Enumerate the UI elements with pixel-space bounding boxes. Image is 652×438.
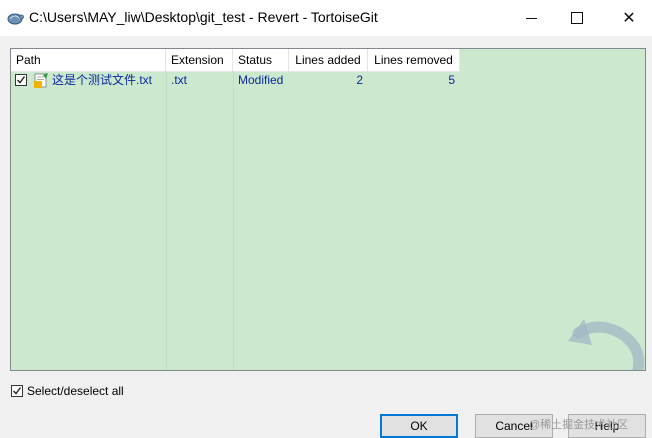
file-list[interactable]: Path Extension Status Lines added Lines … xyxy=(10,48,646,371)
select-all-label: Select/deselect all xyxy=(27,384,124,398)
minimize-icon xyxy=(525,17,537,19)
row-lines-added: 2 xyxy=(356,73,363,87)
title-bar: C:\Users\MAY_liw\Desktop\git_test - Reve… xyxy=(0,0,652,36)
row-status: Modified xyxy=(238,73,284,87)
maximize-button[interactable] xyxy=(554,0,600,36)
table-row[interactable]: 这是个测试文件.txt .txt Modified 2 5 xyxy=(11,71,460,89)
revert-arrow-watermark-icon xyxy=(568,319,645,370)
corner-watermark-text: @稀土掘金技术社区 xyxy=(529,419,629,431)
column-header-lines-added[interactable]: Lines added xyxy=(289,49,368,71)
select-all-checkbox[interactable] xyxy=(11,385,23,397)
column-header-status[interactable]: Status xyxy=(233,49,289,71)
row-lines-removed: 5 xyxy=(448,73,455,87)
checkmark-icon xyxy=(13,387,22,395)
list-header: Path Extension Status Lines added Lines … xyxy=(11,49,460,72)
row-extension: .txt xyxy=(171,73,188,87)
window-title: C:\Users\MAY_liw\Desktop\git_test - Reve… xyxy=(29,9,378,25)
maximize-icon xyxy=(571,12,583,24)
row-path: 这是个测试文件.txt xyxy=(52,73,153,87)
modified-file-icon xyxy=(34,73,48,88)
column-header-extension[interactable]: Extension xyxy=(166,49,233,71)
row-checkbox[interactable] xyxy=(15,74,27,86)
close-icon: ✕ xyxy=(622,10,636,27)
close-button[interactable]: ✕ xyxy=(606,0,652,36)
checkmark-icon xyxy=(17,76,26,84)
column-separator xyxy=(233,71,234,370)
minimize-button[interactable] xyxy=(508,0,554,36)
column-separator xyxy=(166,71,167,370)
tortoisegit-app-icon xyxy=(7,13,24,25)
column-header-lines-removed[interactable]: Lines removed xyxy=(368,49,460,71)
column-header-path[interactable]: Path xyxy=(11,49,166,71)
ok-button[interactable]: OK xyxy=(380,414,458,438)
